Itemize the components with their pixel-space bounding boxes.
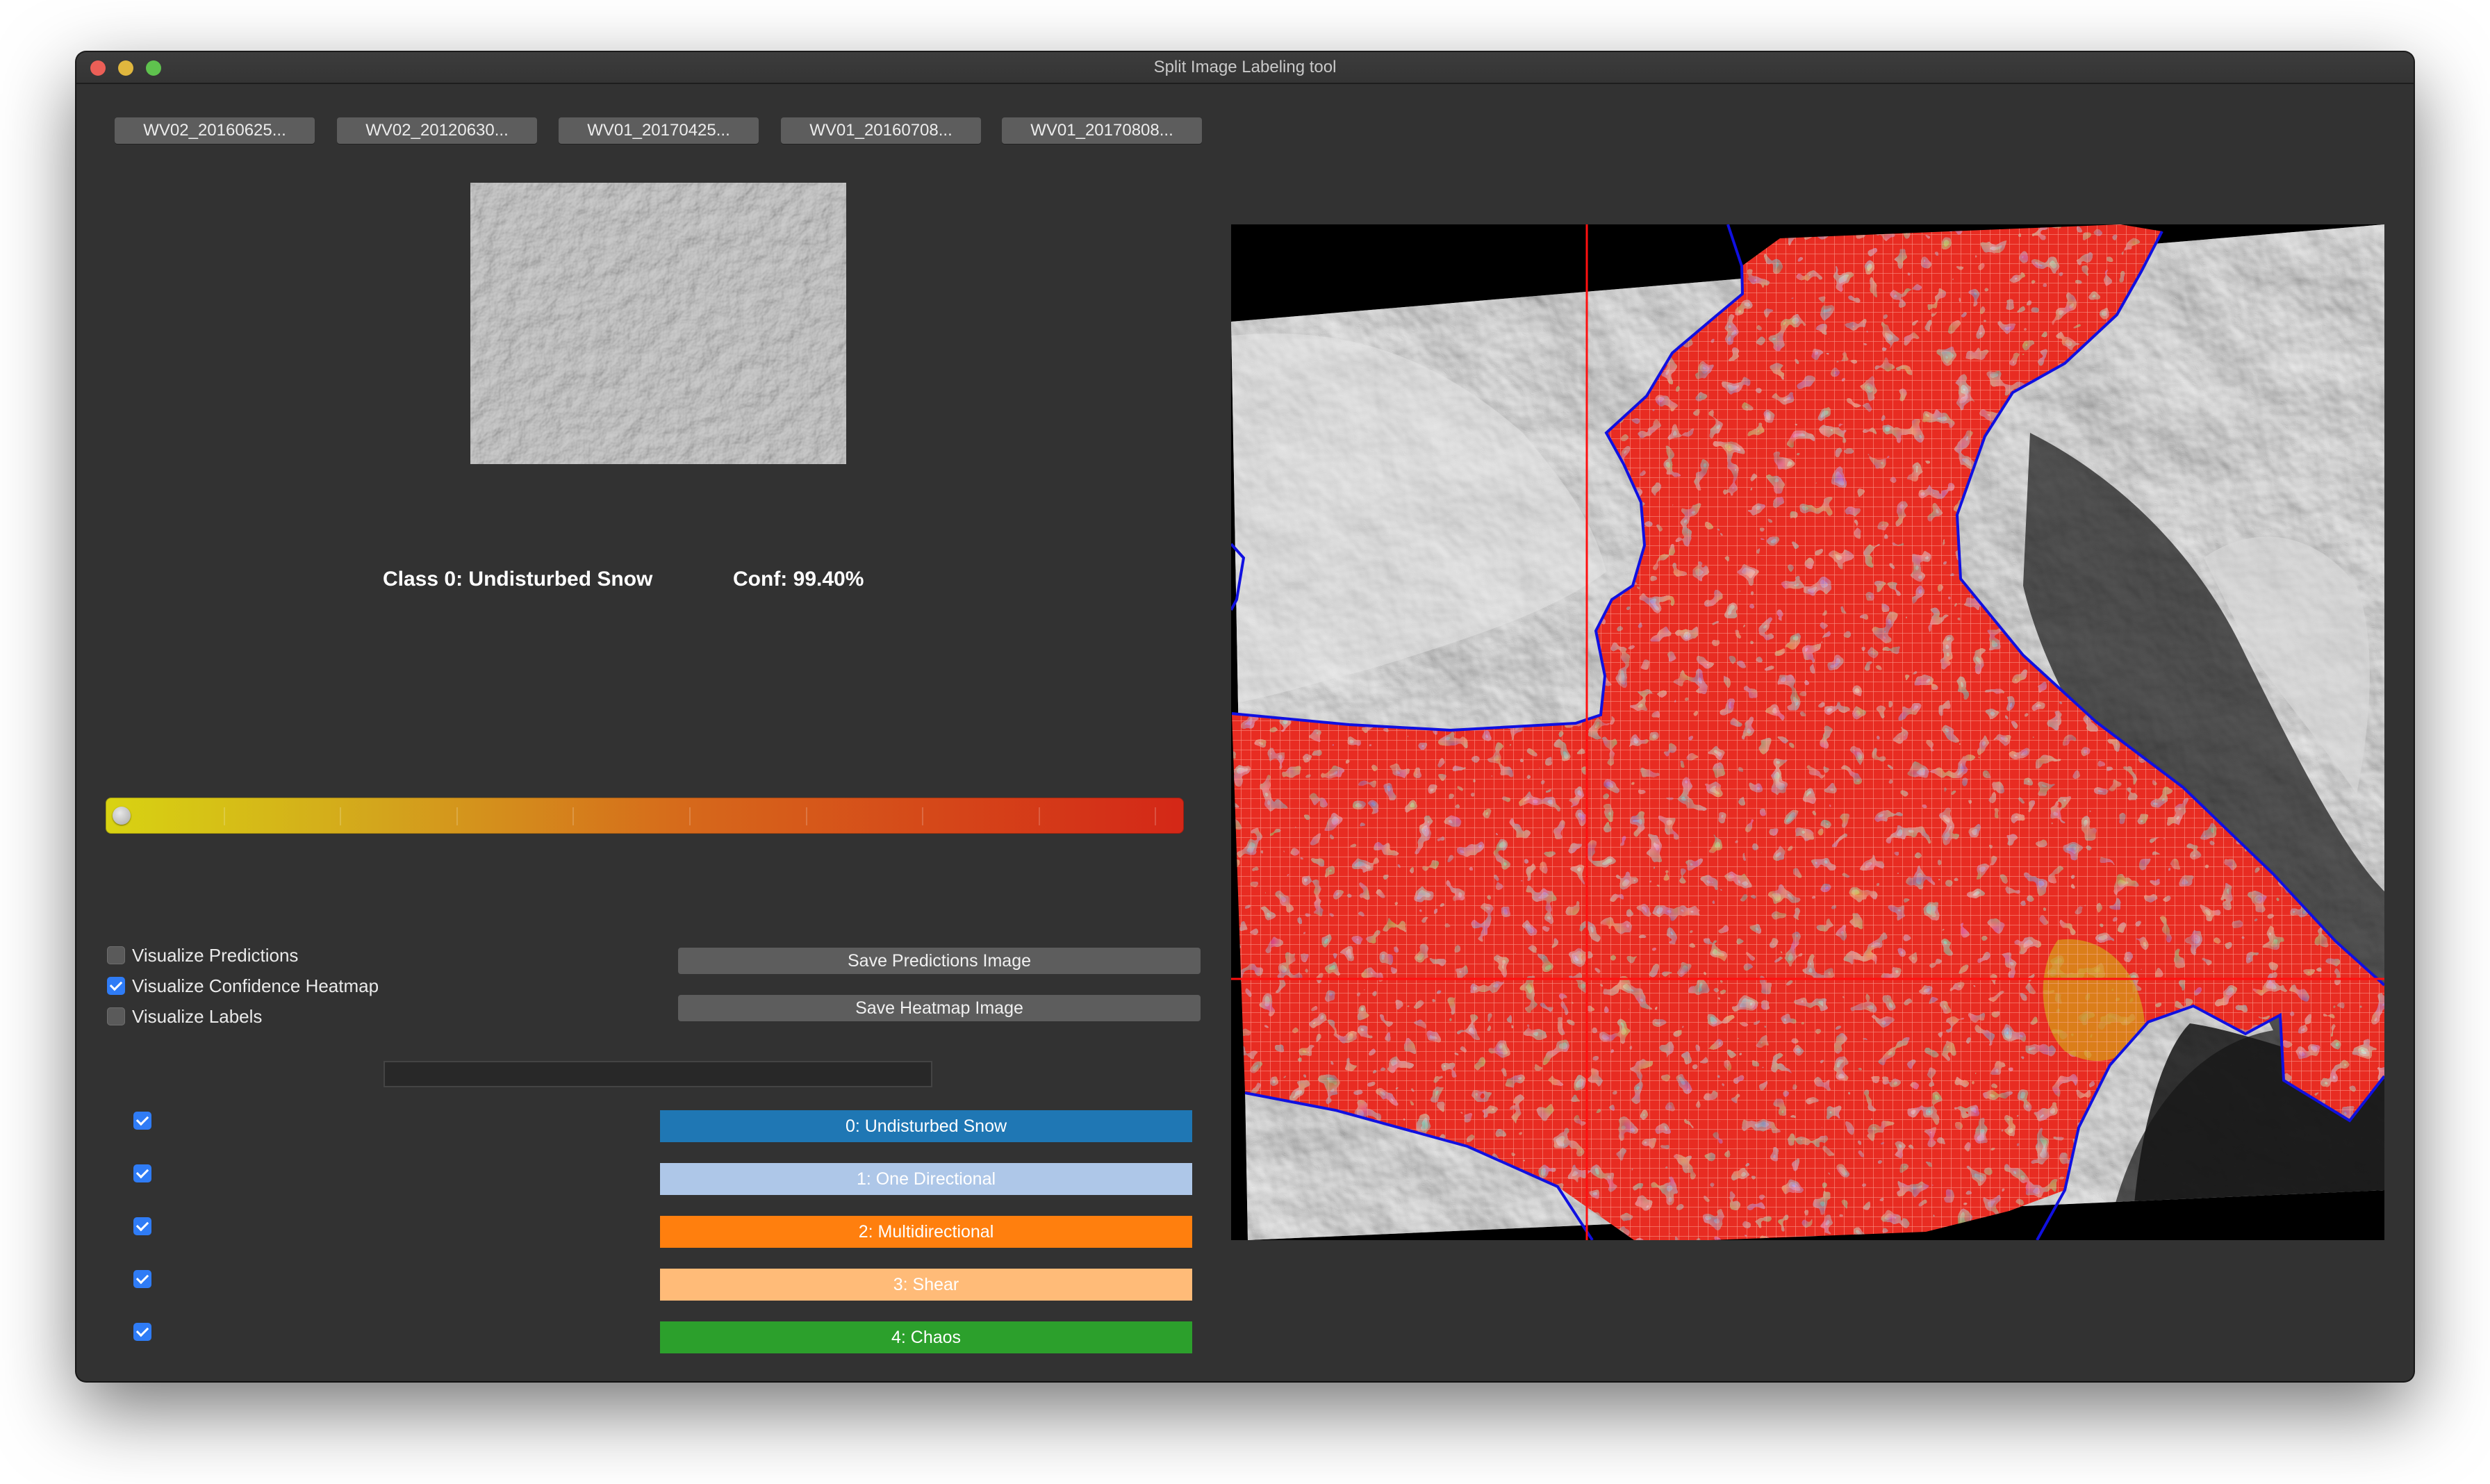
tab-image-1[interactable]: WV02_20160625... [115,117,315,144]
slider-tick [572,807,574,825]
class-3-checkbox[interactable] [133,1270,151,1288]
tab-image-2[interactable]: WV02_20120630... [337,117,537,144]
tab-image-4[interactable]: WV01_20160708... [781,117,981,144]
visualize-predictions-option[interactable]: Visualize Predictions [107,943,298,968]
heatmap-image-canvas[interactable] [1231,224,2384,1240]
slider-tick [1155,807,1156,825]
slider-tick [806,807,807,825]
visualize-heatmap-checkbox[interactable] [107,977,125,996]
tab-image-3[interactable]: WV01_20170425... [559,117,759,144]
label-text-field[interactable] [384,1061,932,1087]
class-3-button[interactable]: 3: Shear [660,1269,1192,1301]
slider-tick [456,807,458,825]
save-heatmap-button[interactable]: Save Heatmap Image [678,995,1201,1021]
visualize-heatmap-option[interactable]: Visualize Confidence Heatmap [107,973,379,998]
visualize-heatmap-label: Visualize Confidence Heatmap [132,975,379,996]
visualize-labels-checkbox[interactable] [107,1007,125,1026]
window-title: Split Image Labeling tool [1153,58,1337,76]
class-2-checkbox[interactable] [133,1217,151,1235]
class-4-checkbox[interactable] [133,1323,151,1341]
class-0-button[interactable]: 0: Undisturbed Snow [660,1110,1192,1142]
confidence-threshold-slider[interactable] [106,798,1184,834]
slider-handle[interactable] [113,807,131,825]
app-window: Split Image Labeling tool WV02_20160625.… [76,52,2414,1381]
visualize-predictions-checkbox[interactable] [107,946,125,965]
class-1-checkbox[interactable] [133,1164,151,1182]
predicted-class-label: Class 0: Undisturbed Snow [383,568,653,591]
slider-tick [340,807,341,825]
class-0-checkbox[interactable] [133,1112,151,1130]
slider-tick [689,807,691,825]
class-1-button[interactable]: 1: One Directional [660,1163,1192,1195]
class-2-button[interactable]: 2: Multidirectional [660,1216,1192,1248]
visualize-labels-label: Visualize Labels [132,1006,263,1027]
tab-image-5[interactable]: WV01_20170808... [1002,117,1202,144]
class-4-button[interactable]: 4: Chaos [660,1321,1192,1353]
slider-tick [922,807,923,825]
slider-tick [1039,807,1040,825]
slider-tick [224,807,225,825]
split-image-preview [470,183,846,464]
confidence-label: Conf: 99.40% [733,568,864,591]
title-bar: Split Image Labeling tool [76,52,2414,84]
save-predictions-button[interactable]: Save Predictions Image [678,948,1201,974]
visualize-labels-option[interactable]: Visualize Labels [107,1004,262,1029]
visualize-predictions-label: Visualize Predictions [132,945,299,966]
